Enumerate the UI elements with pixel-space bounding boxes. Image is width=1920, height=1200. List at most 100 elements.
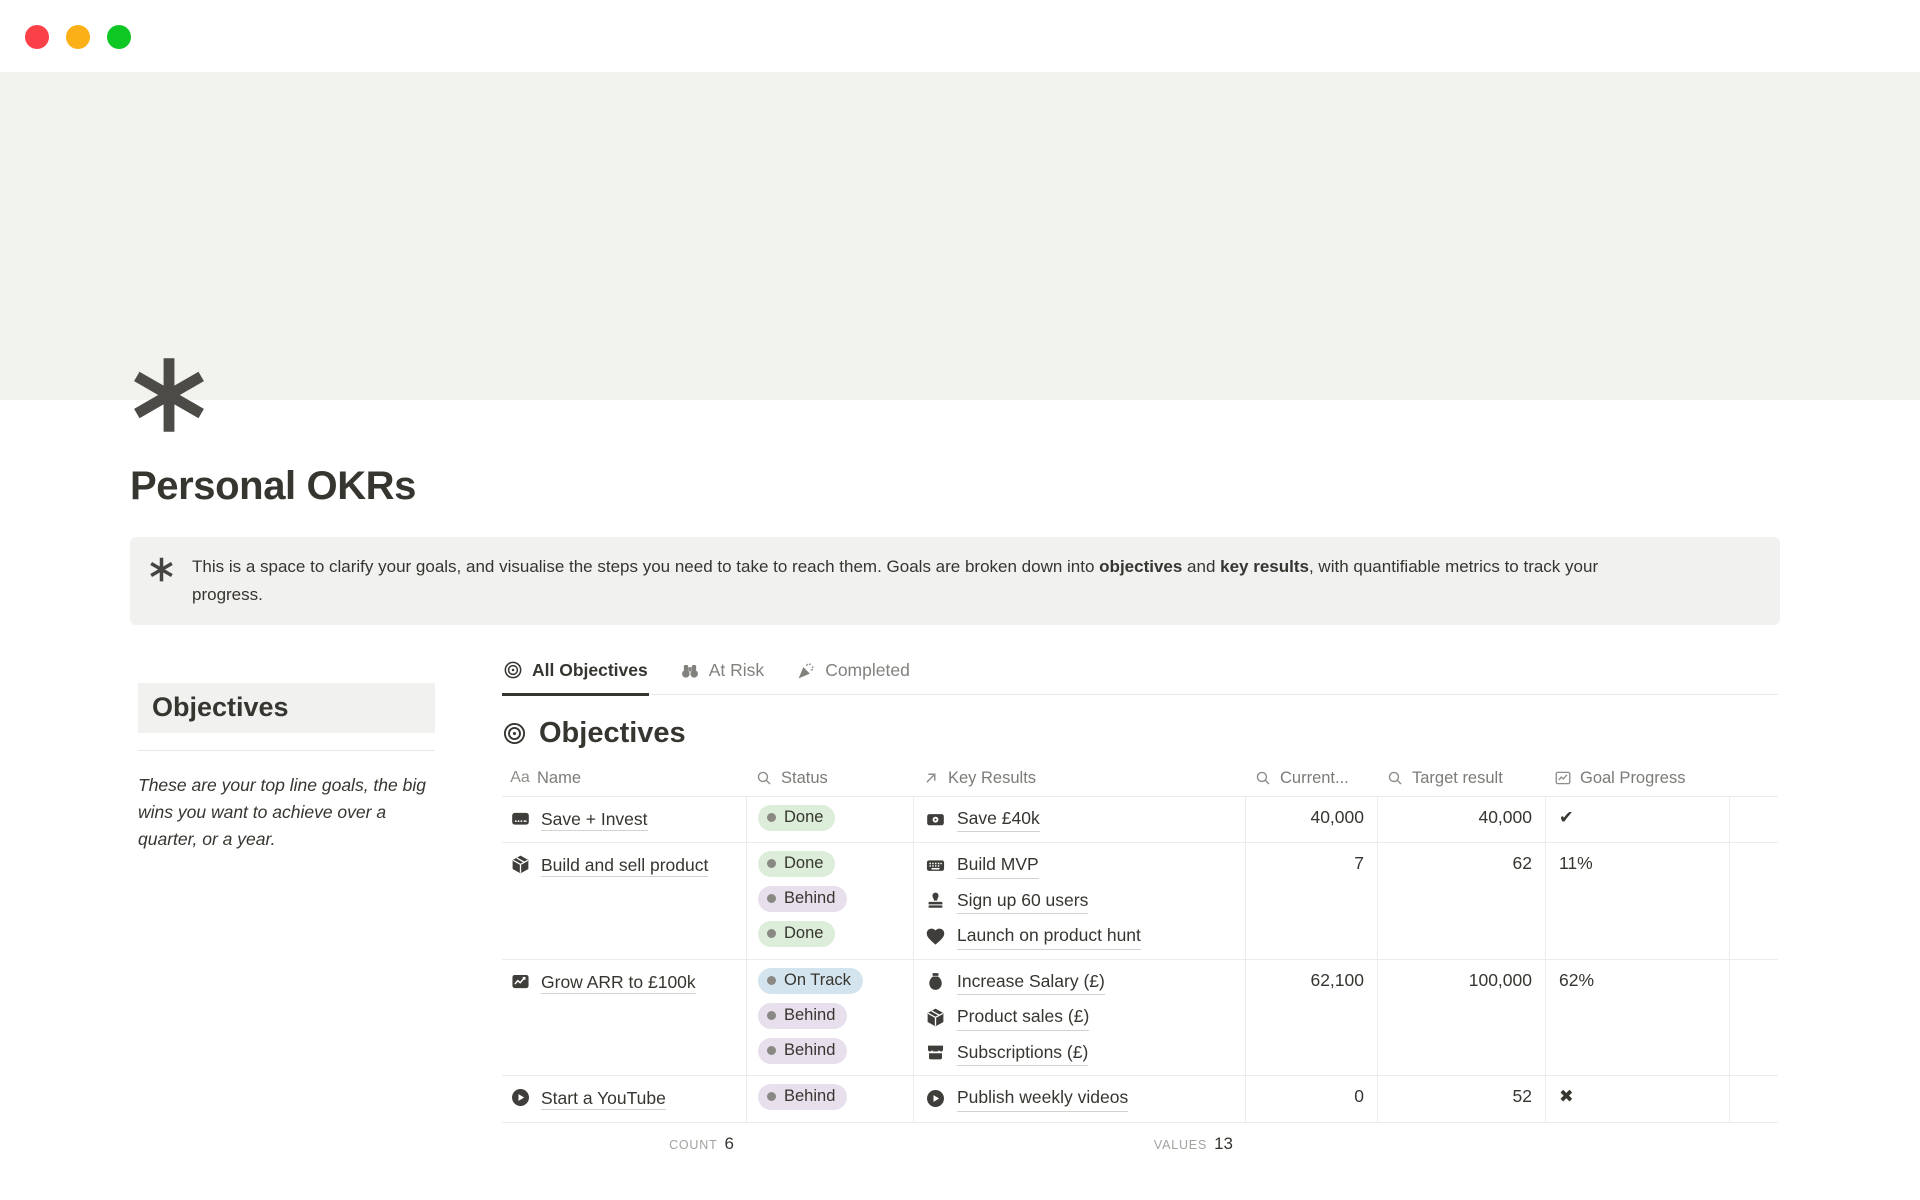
callout-text: This is a space to clarify your goals, a…: [192, 553, 1650, 609]
count-aggregate[interactable]: COUNT6: [502, 1134, 746, 1154]
tab-label: Completed: [825, 660, 910, 681]
money-bag-icon: [925, 971, 946, 992]
column-label: Status: [781, 769, 828, 788]
tab-at-risk[interactable]: At Risk: [679, 653, 765, 694]
column-label: Target result: [1412, 769, 1503, 788]
target-result-cell[interactable]: 52: [1377, 1075, 1545, 1121]
status-pill-behind[interactable]: Behind: [758, 1038, 847, 1064]
status-pill-behind[interactable]: Behind: [758, 1003, 847, 1029]
status-cell: Done: [746, 796, 913, 842]
chart-up-icon: [510, 971, 531, 992]
column-header-target-result[interactable]: Target result: [1377, 762, 1545, 796]
status-dot-icon: [767, 859, 776, 868]
target-result-cell[interactable]: 40,000: [1377, 796, 1545, 842]
status-label: Done: [784, 924, 823, 943]
objective-name: Build and sell product: [541, 855, 708, 877]
status-label: Behind: [784, 1006, 835, 1025]
objective-name-cell[interactable]: Save + Invest: [502, 796, 746, 842]
target-result-cell[interactable]: 62: [1377, 842, 1545, 959]
objective-name-cell[interactable]: Start a YouTube: [502, 1075, 746, 1121]
values-aggregate[interactable]: VALUES13: [913, 1134, 1245, 1154]
text-icon: Aa: [511, 769, 529, 787]
status-label: Done: [784, 854, 823, 873]
goal-progress-cell[interactable]: 62%: [1545, 959, 1729, 1076]
status-label: On Track: [784, 971, 851, 990]
status-dot-icon: [767, 1011, 776, 1020]
tab-completed[interactable]: Completed: [795, 653, 911, 694]
banknote-icon: [925, 809, 946, 830]
key-result-label: Publish weekly videos: [957, 1085, 1128, 1112]
status-label: Behind: [784, 1087, 835, 1106]
status-pill-done[interactable]: Done: [758, 851, 835, 877]
values-value: 13: [1214, 1134, 1233, 1153]
status-label: Behind: [784, 1041, 835, 1060]
column-header-name[interactable]: Aa Name: [502, 762, 746, 796]
page-cover[interactable]: [0, 72, 1920, 400]
status-dot-icon: [767, 1046, 776, 1055]
current-result-cell[interactable]: 62,100: [1245, 959, 1377, 1076]
zoom-button[interactable]: [107, 25, 131, 49]
status-dot-icon: [767, 894, 776, 903]
section-title[interactable]: Objectives: [539, 717, 686, 750]
objective-name-cell[interactable]: Grow ARR to £100k: [502, 959, 746, 1076]
page-title[interactable]: Personal OKRs: [130, 464, 1780, 509]
goal-progress-cell[interactable]: ✖: [1545, 1075, 1729, 1121]
chart-line-icon: [1554, 769, 1572, 787]
sidebar-column: Objectives These are your top line goals…: [138, 683, 435, 1154]
callout[interactable]: This is a space to clarify your goals, a…: [130, 537, 1780, 625]
key-result-label: Sign up 60 users: [957, 888, 1088, 915]
play-icon: [510, 1087, 531, 1108]
minimize-button[interactable]: [66, 25, 90, 49]
page-icon[interactable]: [127, 353, 211, 437]
status-pill-behind[interactable]: Behind: [758, 886, 847, 912]
row-end-cell: [1729, 796, 1778, 842]
target-result-cell[interactable]: 100,000: [1377, 959, 1545, 1076]
key-result-link[interactable]: Launch on product hunt: [925, 923, 1233, 950]
section-header: Objectives: [502, 717, 1778, 750]
current-result-cell[interactable]: 40,000: [1245, 796, 1377, 842]
main-column: All Objectives At Risk Completed Objective…: [502, 653, 1778, 1154]
count-label: COUNT: [669, 1138, 717, 1152]
key-results-cell: Publish weekly videos: [913, 1075, 1245, 1121]
sidebar-heading[interactable]: Objectives: [138, 683, 435, 733]
key-result-link[interactable]: Publish weekly videos: [925, 1085, 1233, 1112]
document-body: Personal OKRs This is a space to clarify…: [0, 464, 1920, 1154]
status-cell: On Track Behind Behind: [746, 959, 913, 1076]
goal-progress-cell[interactable]: 11%: [1545, 842, 1729, 959]
column-header-goal-progress[interactable]: Goal Progress: [1545, 762, 1729, 796]
current-result-cell[interactable]: 7: [1245, 842, 1377, 959]
credit-card-icon: [510, 808, 531, 829]
objective-name: Grow ARR to £100k: [541, 972, 696, 994]
view-tabs: All Objectives At Risk Completed: [502, 653, 1778, 695]
current-result-cell[interactable]: 0: [1245, 1075, 1377, 1121]
status-pill-behind[interactable]: Behind: [758, 1084, 847, 1110]
column-header-current[interactable]: Current...: [1245, 762, 1377, 796]
package-icon: [510, 854, 531, 875]
key-result-link[interactable]: Build MVP: [925, 852, 1233, 879]
sidebar-description[interactable]: These are your top line goals, the big w…: [138, 772, 435, 853]
tab-all-objectives[interactable]: All Objectives: [502, 653, 649, 696]
window-controls: [25, 25, 131, 49]
column-header-status[interactable]: Status: [746, 762, 913, 796]
status-pill-done[interactable]: Done: [758, 805, 835, 831]
key-result-link[interactable]: Increase Salary (£): [925, 969, 1233, 996]
close-button[interactable]: [25, 25, 49, 49]
key-result-link[interactable]: Subscriptions (£): [925, 1040, 1233, 1067]
key-result-link[interactable]: Save £40k: [925, 806, 1233, 833]
status-pill-done[interactable]: Done: [758, 921, 835, 947]
key-result-link[interactable]: Product sales (£): [925, 1004, 1233, 1031]
keyboard-icon: [925, 855, 946, 876]
objective-name-cell[interactable]: Build and sell product: [502, 842, 746, 959]
objective-name: Start a YouTube: [541, 1088, 666, 1110]
key-result-link[interactable]: Sign up 60 users: [925, 888, 1233, 915]
column-header-end: [1729, 762, 1778, 796]
key-result-label: Save £40k: [957, 806, 1040, 833]
goal-progress-cell[interactable]: ✔: [1545, 796, 1729, 842]
target-icon: [503, 660, 523, 680]
column-header-key-results[interactable]: Key Results: [913, 762, 1245, 796]
column-label: Name: [537, 769, 581, 788]
objective-name: Save + Invest: [541, 809, 648, 831]
status-pill-on-track[interactable]: On Track: [758, 968, 863, 994]
play-icon: [925, 1088, 946, 1109]
arrow-up-right-icon: [922, 769, 940, 787]
